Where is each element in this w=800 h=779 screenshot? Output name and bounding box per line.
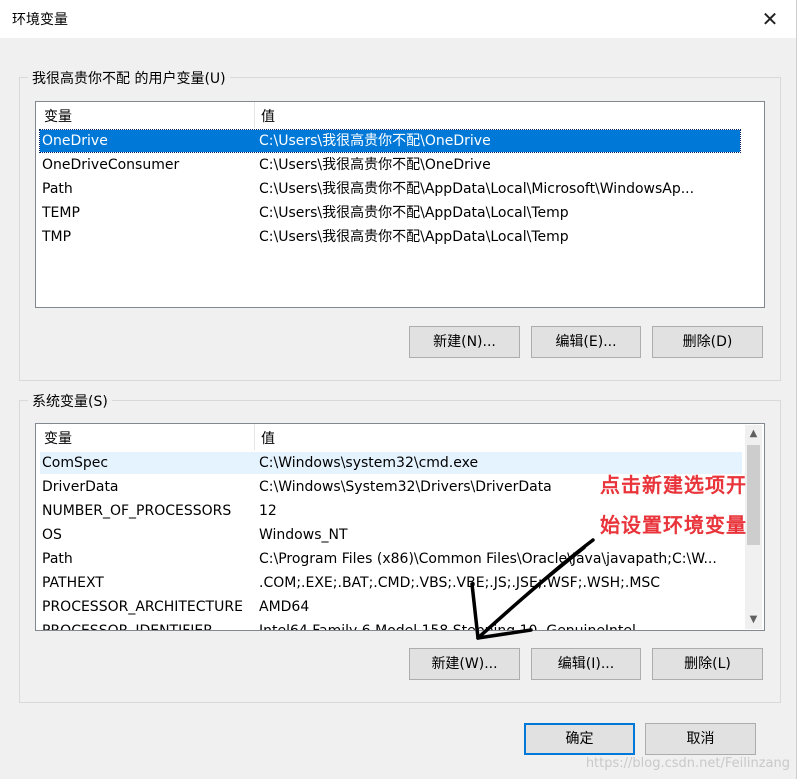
- var-name: Path: [42, 181, 73, 197]
- title-bar: 环境变量 ✕: [0, 0, 796, 38]
- var-value: C:\Program Files (x86)\Common Files\Orac…: [259, 551, 717, 567]
- user-delete-button[interactable]: 删除(D): [652, 326, 763, 358]
- var-value: C:\Users\我很高贵你不配\AppData\Local\Temp: [259, 229, 569, 245]
- list-item[interactable]: OneDrive C:\Users\我很高贵你不配\OneDrive: [39, 129, 741, 153]
- user-new-button[interactable]: 新建(N)...: [409, 326, 520, 358]
- ok-button[interactable]: 确定: [524, 723, 635, 755]
- system-edit-button[interactable]: 编辑(I)...: [531, 648, 641, 680]
- environment-variables-dialog: 环境变量 ✕ 我很高贵你不配 的用户变量(U) 变量 值 OneDrive C:…: [0, 0, 797, 779]
- system-variables-label: 系统变量(S): [28, 391, 112, 411]
- vertical-scrollbar[interactable]: ▲ ▼: [745, 425, 762, 629]
- system-delete-button[interactable]: 删除(L): [652, 648, 763, 680]
- list-item[interactable]: TEMP C:\Users\我很高贵你不配\AppData\Local\Temp: [40, 202, 740, 224]
- user-list-header: 变量 值: [36, 102, 764, 128]
- var-value: Intel64 Family 6 Model 158 Stepping 10, …: [259, 623, 636, 631]
- system-list-header: 变量 值: [36, 424, 764, 450]
- var-value: C:\Windows\system32\cmd.exe: [259, 455, 479, 471]
- scrollbar-thumb[interactable]: [747, 445, 760, 545]
- chevron-up-icon[interactable]: ▲: [745, 425, 762, 442]
- column-divider[interactable]: [254, 424, 255, 450]
- var-value: 12: [259, 503, 277, 519]
- column-divider[interactable]: [254, 102, 255, 128]
- close-icon[interactable]: ✕: [752, 4, 788, 34]
- var-value: C:\Windows\System32\Drivers\DriverData: [259, 479, 552, 495]
- list-item[interactable]: Path C:\Users\我很高贵你不配\AppData\Local\Micr…: [40, 178, 740, 200]
- var-value: AMD64: [259, 599, 310, 615]
- system-new-button[interactable]: 新建(W)...: [409, 648, 520, 680]
- watermark: https://blog.csdn.net/Feilinzang: [585, 756, 790, 771]
- list-item[interactable]: Path C:\Program Files (x86)\Common Files…: [40, 548, 742, 570]
- var-name: Path: [42, 551, 73, 567]
- var-name: TMP: [42, 229, 72, 245]
- user-variables-label: 我很高贵你不配 的用户变量(U): [28, 68, 230, 88]
- annotation-line-1: 点击新建选项开: [600, 473, 747, 497]
- list-item[interactable]: TMP C:\Users\我很高贵你不配\AppData\Local\Temp: [40, 226, 740, 248]
- var-name: DriverData: [42, 479, 119, 495]
- var-name: OneDrive: [42, 133, 108, 149]
- var-name: OneDriveConsumer: [42, 157, 180, 173]
- var-value: C:\Users\我很高贵你不配\AppData\Local\Temp: [259, 205, 569, 221]
- var-name: PROCESSOR_ARCHITECTURE: [42, 599, 243, 615]
- var-value: C:\Users\我很高贵你不配\AppData\Local\Microsoft…: [259, 181, 695, 197]
- window-title: 环境变量: [12, 12, 68, 28]
- var-name: TEMP: [42, 205, 80, 221]
- annotation-line-2: 始设置环境变量: [600, 513, 747, 537]
- var-name: PATHEXT: [42, 575, 104, 591]
- var-value: .COM;.EXE;.BAT;.CMD;.VBS;.VBE;.JS;.JSE;.…: [259, 575, 661, 591]
- var-name: ComSpec: [42, 455, 109, 471]
- list-item[interactable]: OneDriveConsumer C:\Users\我很高贵你不配\OneDri…: [40, 154, 740, 176]
- cancel-button[interactable]: 取消: [645, 723, 756, 755]
- column-header-value[interactable]: 值: [261, 106, 275, 126]
- list-item[interactable]: PATHEXT .COM;.EXE;.BAT;.CMD;.VBS;.VBE;.J…: [40, 572, 742, 594]
- column-header-name[interactable]: 变量: [44, 428, 72, 448]
- var-name: PROCESSOR_IDENTIFIER: [42, 623, 213, 631]
- list-item[interactable]: PROCESSOR_ARCHITECTURE AMD64: [40, 596, 742, 618]
- user-variables-list[interactable]: 变量 值 OneDrive C:\Users\我很高贵你不配\OneDrive …: [35, 101, 765, 308]
- var-name: OS: [42, 527, 62, 543]
- var-value: Windows_NT: [259, 527, 348, 543]
- user-edit-button[interactable]: 编辑(E)...: [531, 326, 641, 358]
- chevron-down-icon[interactable]: ▼: [745, 611, 762, 628]
- var-value: C:\Users\我很高贵你不配\OneDrive: [259, 157, 491, 173]
- var-value: C:\Users\我很高贵你不配\OneDrive: [259, 133, 491, 149]
- column-header-value[interactable]: 值: [261, 428, 275, 448]
- list-item[interactable]: PROCESSOR_IDENTIFIER Intel64 Family 6 Mo…: [40, 620, 742, 631]
- var-name: NUMBER_OF_PROCESSORS: [42, 503, 232, 519]
- column-header-name[interactable]: 变量: [44, 106, 72, 126]
